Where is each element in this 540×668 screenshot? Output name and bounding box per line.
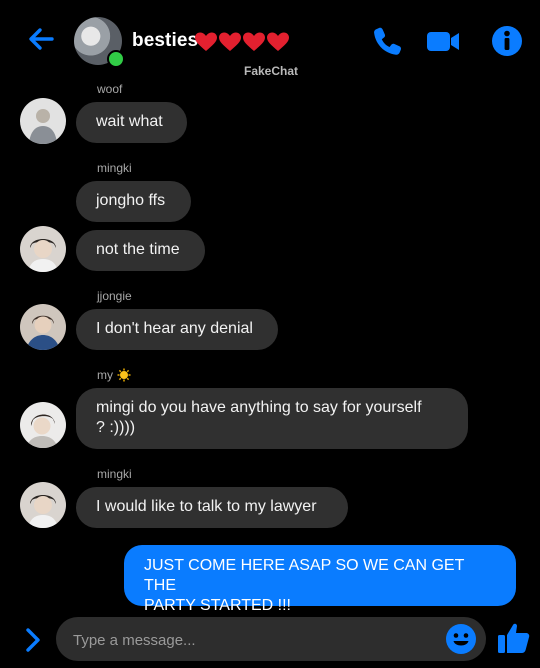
sender-name-row: my: [97, 368, 131, 382]
avatar[interactable]: [20, 304, 66, 350]
avatar[interactable]: [20, 482, 66, 528]
sender-name: woof: [97, 82, 123, 96]
info-icon[interactable]: [490, 24, 524, 58]
avatar-photo: [20, 482, 66, 528]
heart-icon: [243, 32, 265, 51]
sender-name: mingki: [97, 467, 132, 481]
message-input-wrapper: [56, 617, 486, 663]
message-line: JUST COME HERE ASAP SO WE CAN GET THE: [144, 557, 465, 594]
sender-name: jjongie: [97, 289, 132, 303]
message-bubble[interactable]: mingi do you have anything to say for yo…: [76, 388, 468, 449]
phone-call-icon[interactable]: [370, 24, 404, 58]
message-input[interactable]: [71, 617, 435, 663]
message-bubble[interactable]: not the time: [76, 230, 205, 271]
avatar[interactable]: [20, 402, 66, 448]
avatar-photo: [20, 98, 66, 144]
app-watermark: FakeChat: [244, 64, 299, 78]
heart-icon: [195, 32, 217, 51]
group-title[interactable]: besties: [132, 30, 198, 52]
emoji-icon[interactable]: [445, 623, 477, 655]
avatar-photo: [20, 226, 66, 272]
heart-icon: [267, 32, 289, 51]
outgoing-message-bubble[interactable]: JUST COME HERE ASAP SO WE CAN GET THE PA…: [124, 545, 516, 614]
online-status-dot: [107, 50, 125, 68]
message-bubble[interactable]: wait what: [76, 102, 187, 143]
heart-icon: [219, 32, 241, 51]
sun-emoji-icon: [117, 368, 131, 382]
title-hearts: [194, 30, 290, 54]
message-bubble[interactable]: jongho ffs: [76, 181, 191, 222]
message-bubble[interactable]: I don't hear any denial: [76, 309, 278, 350]
sender-name: mingki: [97, 161, 132, 175]
avatar-photo: [20, 402, 66, 448]
avatar[interactable]: [20, 226, 66, 272]
chat-header: besties FakeChat: [0, 0, 540, 84]
thumbs-up-icon[interactable]: [496, 620, 532, 656]
sender-name: my: [97, 368, 113, 382]
message-bubble[interactable]: I would like to talk to my lawyer: [76, 487, 348, 528]
video-call-icon[interactable]: [426, 24, 460, 58]
avatar[interactable]: [20, 98, 66, 144]
chevron-right-icon[interactable]: [22, 627, 44, 653]
message-line: mingi do you have anything to say for yo…: [96, 399, 422, 416]
back-arrow-icon[interactable]: [26, 24, 56, 54]
message-line: ? :)))): [96, 419, 136, 436]
avatar-photo: [20, 304, 66, 350]
